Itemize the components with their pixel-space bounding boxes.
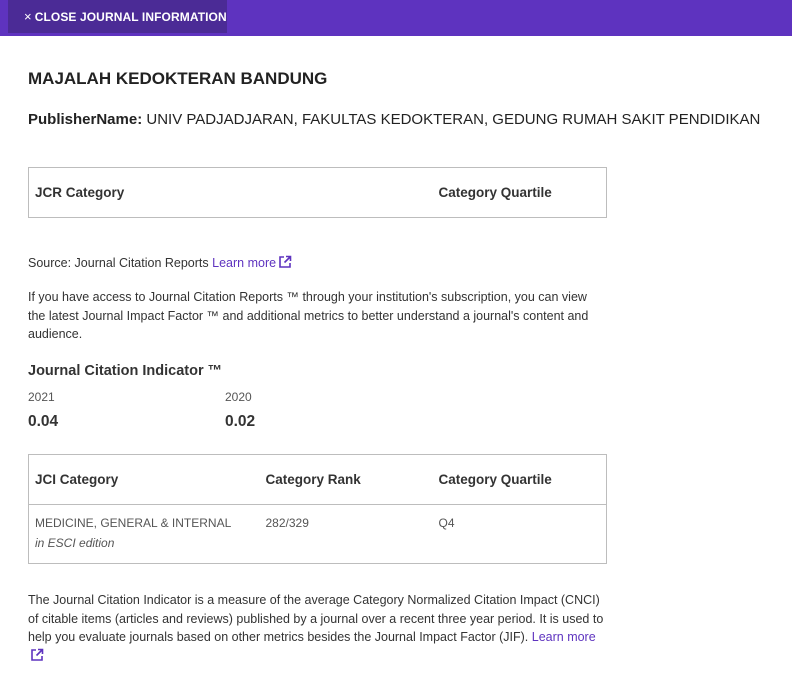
top-bar: × CLOSE JOURNAL INFORMATION <box>0 0 792 36</box>
rank-cell: 282/329 <box>265 516 309 530</box>
source-line: Source: Journal Citation Reports Learn m… <box>28 255 292 270</box>
jci-heading: Journal Citation Indicator ™ <box>28 363 223 379</box>
publisher-label: PublisherName: <box>28 111 143 128</box>
access-info-text: If you have access to Journal Citation R… <box>28 290 589 341</box>
close-button-label: CLOSE JOURNAL INFORMATION <box>34 9 227 24</box>
journal-title: MAJALAH KEDOKTERAN BANDUNG <box>28 69 328 88</box>
source-text: Source: Journal Citation Reports <box>28 256 209 270</box>
close-journal-info-button[interactable]: × CLOSE JOURNAL INFORMATION <box>8 0 227 33</box>
publisher-line: PublisherName: UNIV PADJADJARAN, FAKULTA… <box>28 111 760 128</box>
jci-description: The Journal Citation Indicator is a meas… <box>28 591 608 665</box>
source-learn-more-link[interactable]: Learn more <box>212 255 292 270</box>
jci-description-text: The Journal Citation Indicator is a meas… <box>28 593 604 644</box>
edition-label: in ESCI edition <box>35 536 115 550</box>
jci-value: 0.04 <box>28 413 59 430</box>
close-icon: × <box>24 9 32 24</box>
jci-quartile-header: Category Quartile <box>438 472 552 487</box>
jcr-quartile-header: Category Quartile <box>438 185 552 200</box>
category-name: MEDICINE, GENERAL & INTERNAL <box>35 516 232 530</box>
jci-category-table: JCI Category Category Rank Category Quar… <box>28 454 607 564</box>
table-row: MEDICINE, GENERAL & INTERNAL in ESCI edi… <box>29 505 607 564</box>
external-link-icon <box>31 648 44 661</box>
jcr-category-table: JCR Category Category Quartile <box>28 167 607 218</box>
category-cell: MEDICINE, GENERAL & INTERNAL in ESCI edi… <box>29 505 260 564</box>
jci-value: 0.02 <box>225 413 256 430</box>
jcr-category-header: JCR Category <box>35 185 125 200</box>
jci-year-label: 2020 <box>225 390 252 404</box>
publisher-name: UNIV PADJADJARAN, FAKULTAS KEDOKTERAN, G… <box>146 111 761 128</box>
quartile-cell: Q4 <box>438 516 455 530</box>
jci-year-label: 2021 <box>28 390 55 404</box>
external-link-icon <box>279 255 292 268</box>
jci-rank-header: Category Rank <box>265 472 361 487</box>
jci-category-header: JCI Category <box>35 472 119 487</box>
